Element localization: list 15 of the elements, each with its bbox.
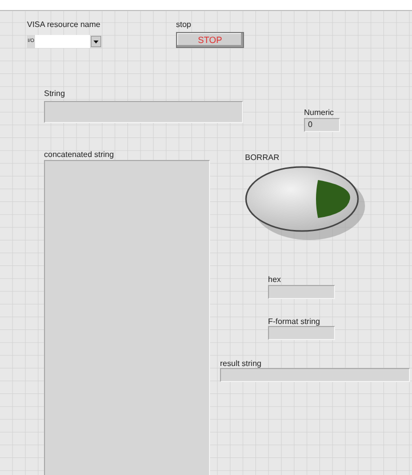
hex-field[interactable] [268,285,335,299]
control-label: VISA resource name [27,20,100,30]
control-label: Numeric [304,108,334,118]
control-label: F-format string [268,317,320,327]
control-label: concatenated string [44,150,114,160]
control-label: hex [268,275,281,285]
control-label: stop [176,20,192,30]
result-field[interactable] [220,368,410,382]
control-label: BORRAR [245,153,280,163]
numeric-field[interactable]: 0 [304,118,340,132]
format-field[interactable] [268,326,335,340]
dropdown-arrow-icon[interactable] [91,36,101,47]
control-label: result string [220,359,262,369]
string-field[interactable] [44,101,243,123]
control-label: String [44,89,65,99]
